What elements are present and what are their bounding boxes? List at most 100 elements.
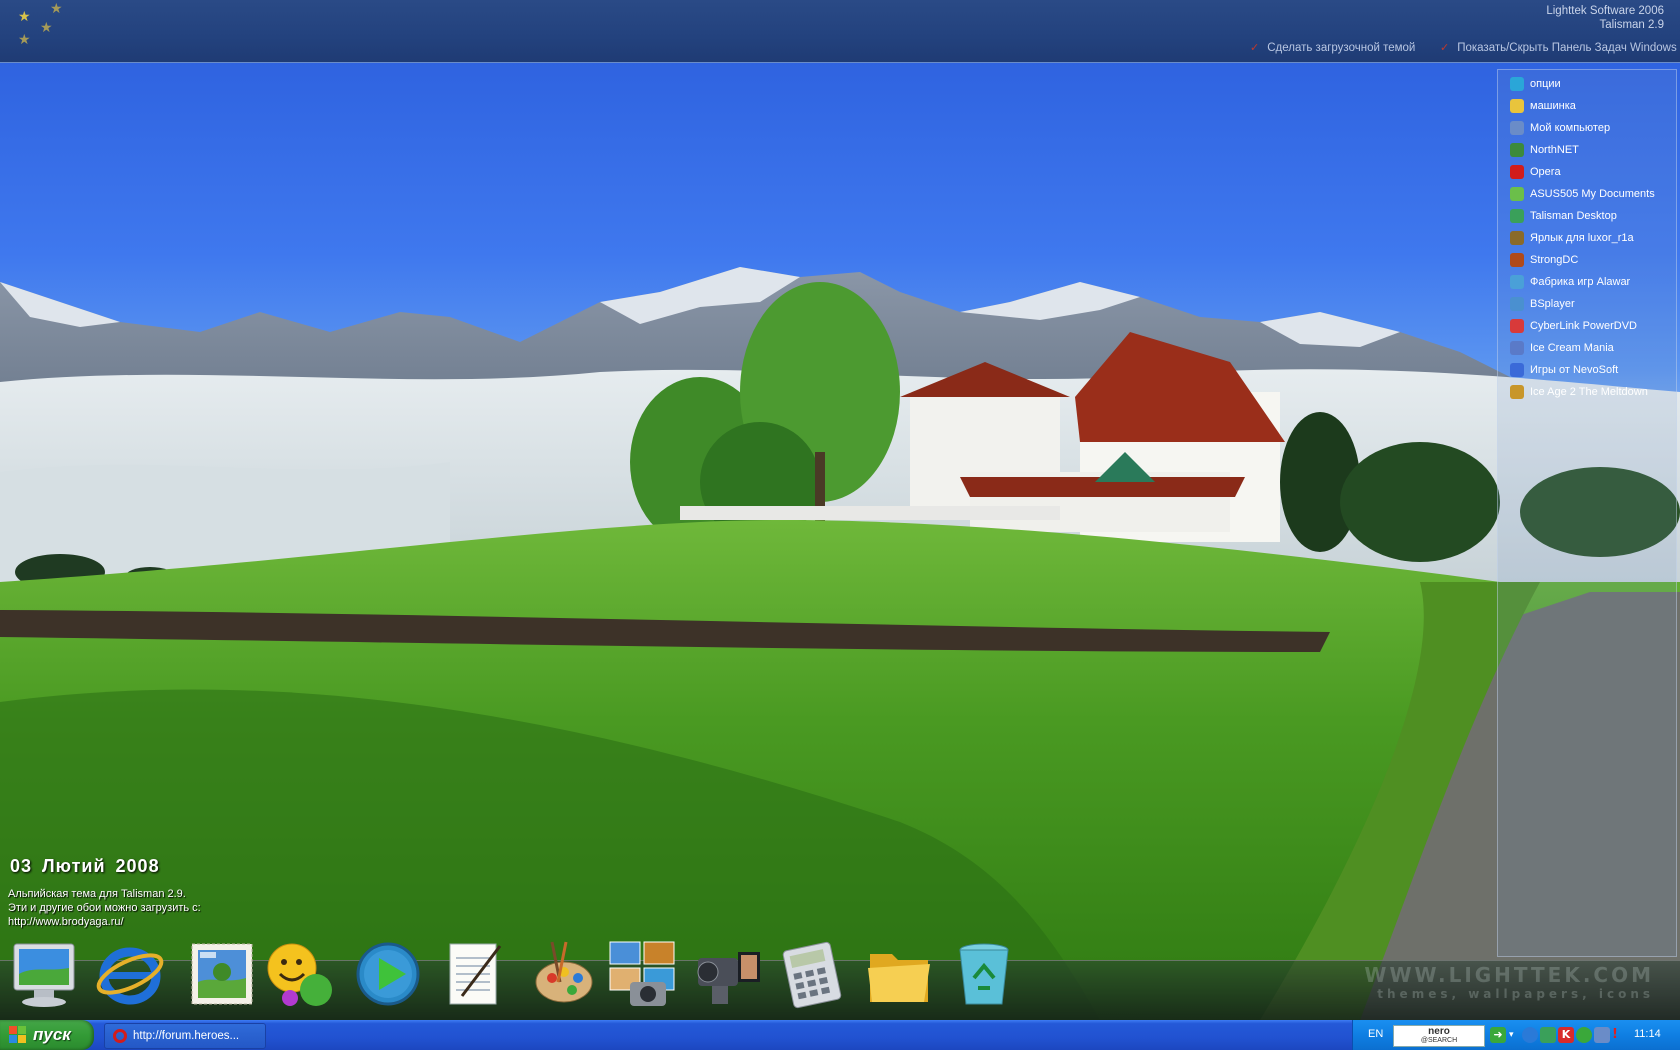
taskbar-item-label: http://forum.heroes... — [133, 1030, 240, 1042]
shortcut-label: ASUS505 My Documents — [1530, 188, 1655, 200]
smiley-messenger-icon[interactable] — [264, 938, 336, 1010]
theme-info-line1: Альпийская тема для Talisman 2.9. — [8, 888, 186, 900]
theme-info: Альпийская тема для Talisman 2.9. Эти и … — [8, 887, 201, 929]
shortcut-item[interactable]: Talisman Desktop — [1498, 205, 1676, 227]
toggle-taskbar-label: Показать/Скрыть Панель Задач Windows — [1457, 42, 1677, 54]
utorrent-icon[interactable] — [1576, 1027, 1592, 1043]
star-icon: ★ — [40, 20, 53, 36]
alert-icon[interactable]: ! — [1612, 1027, 1622, 1043]
star-icon: ★ — [50, 1, 63, 17]
shortcut-item[interactable]: машинка — [1498, 95, 1676, 117]
nevosoft-icon — [1510, 363, 1524, 377]
shortcut-item[interactable]: Мой компьютер — [1498, 117, 1676, 139]
stars-logo: ★ ★ ★ ★ — [14, 2, 74, 50]
taskbar-item-opera[interactable]: http://forum.heroes... — [104, 1023, 266, 1049]
shortcut-label: Ice Cream Mania — [1530, 342, 1614, 354]
windows-taskbar: пуск http://forum.heroes... EN nero @SEA… — [0, 1020, 1680, 1050]
shortcut-item[interactable]: Игры от NevoSoft — [1498, 359, 1676, 381]
shortcut-label: Фабрика игр Alawar — [1530, 276, 1631, 288]
shortcut-label: StrongDC — [1530, 254, 1579, 266]
shortcut-label: NorthNET — [1530, 144, 1579, 156]
shortcut-item[interactable]: опции — [1498, 73, 1676, 95]
watermark-line1: WWW.LIGHTTEK.COM — [1364, 963, 1654, 987]
photo-camera-icon[interactable] — [606, 938, 678, 1010]
clock[interactable]: 11:14 — [1634, 1028, 1661, 1040]
brand-line1: Lighttek Software 2006 — [1546, 5, 1664, 17]
date-month: Лютий — [42, 856, 106, 876]
shortcut-label: опции — [1530, 78, 1561, 90]
shortcut-item[interactable]: Ярлык для luxor_r1a — [1498, 227, 1676, 249]
monitor-tray-icon[interactable] — [1594, 1027, 1610, 1043]
shortcut-list: опции машинка Мой компьютер NorthNET Opera AS… — [1498, 70, 1676, 403]
windows-flag-icon — [9, 1026, 27, 1044]
shortcut-label: CyberLink PowerDVD — [1530, 320, 1637, 332]
theme-info-link[interactable]: http://www.brodyaga.ru/ — [8, 915, 201, 929]
desktop-wallpaper — [0, 62, 1680, 1020]
network-tray-icon[interactable] — [1522, 1027, 1538, 1043]
start-label: пуск — [33, 1025, 71, 1044]
paint-palette-icon[interactable] — [526, 938, 598, 1010]
shortcut-item[interactable]: StrongDC — [1498, 249, 1676, 271]
calculator-icon[interactable] — [778, 938, 850, 1010]
shortcut-label: Opera — [1530, 166, 1561, 178]
shortcut-item[interactable]: ASUS505 My Documents — [1498, 183, 1676, 205]
shortcut-label: Ярлык для luxor_r1a — [1530, 232, 1634, 244]
strongdc-icon — [1510, 253, 1524, 267]
postage-stamp-icon[interactable] — [186, 938, 258, 1010]
make-boot-theme-link[interactable]: ✓ Сделать загрузочной темой — [1250, 41, 1415, 54]
shortcut-label: Talisman Desktop — [1530, 210, 1617, 222]
toggle-taskbar-link[interactable]: ✓ Показать/Скрыть Панель Задач Windows — [1440, 41, 1677, 54]
play-arrow-icon — [1510, 77, 1524, 91]
talisman-top-bar: ★ ★ ★ ★ Lighttek Software 2006 Talisman … — [0, 0, 1680, 63]
shortcut-label: Игры от NevoSoft — [1530, 364, 1619, 376]
chevron-down-icon[interactable]: ▾ — [1509, 1027, 1517, 1043]
shortcut-item[interactable]: NorthNET — [1498, 139, 1676, 161]
date-year: 2008 — [115, 856, 160, 876]
start-button[interactable]: пуск — [0, 1020, 94, 1050]
brand-info: Lighttek Software 2006 Talisman 2.9 — [1546, 4, 1664, 32]
media-play-icon[interactable] — [352, 938, 424, 1010]
network-icon — [1510, 143, 1524, 157]
shortcut-item[interactable]: CyberLink PowerDVD — [1498, 315, 1676, 337]
star-icon: ★ — [18, 9, 31, 25]
iceage-icon — [1510, 385, 1524, 399]
shortcut-label: BSplayer — [1530, 298, 1575, 310]
make-boot-theme-label: Сделать загрузочной темой — [1267, 42, 1416, 54]
powerdvd-icon — [1510, 319, 1524, 333]
notepad-icon[interactable] — [438, 938, 510, 1010]
brand-line2: Talisman 2.9 — [1599, 19, 1664, 31]
language-indicator[interactable]: EN — [1368, 1028, 1383, 1040]
bsplayer-icon — [1510, 297, 1524, 311]
date-display: 03 Лютий 2008 — [10, 856, 170, 877]
nero-logo-text: nero — [1428, 1026, 1450, 1037]
shortcut-label: Мой компьютер — [1530, 122, 1611, 134]
documents-icon — [1510, 187, 1524, 201]
folder-icon — [1510, 99, 1524, 113]
nero-search-text: @SEARCH — [1420, 1037, 1458, 1044]
shortcut-label: Ice Age 2 The Meltdown — [1530, 386, 1648, 398]
opera-icon — [1510, 165, 1524, 179]
internet-explorer-icon[interactable] — [94, 938, 166, 1010]
wallpaper-landscape — [0, 267, 1680, 1020]
recycle-bin-icon[interactable] — [948, 938, 1020, 1010]
icecream-icon — [1510, 341, 1524, 355]
game-icon — [1510, 231, 1524, 245]
talisman-tray-icon[interactable] — [1540, 1027, 1556, 1043]
shortcut-item[interactable]: Ice Cream Mania — [1498, 337, 1676, 359]
theme-info-line2: Эти и другие обои можно загрузить с: — [8, 902, 201, 914]
nero-search-box[interactable]: nero @SEARCH — [1393, 1025, 1485, 1047]
star-icon: ★ — [18, 32, 31, 48]
date-day: 03 — [10, 856, 33, 876]
shortcut-item[interactable]: Фабрика игр Alawar — [1498, 271, 1676, 293]
monitor-icon[interactable] — [8, 938, 80, 1010]
video-camera-icon[interactable] — [692, 938, 764, 1010]
opera-icon — [113, 1029, 127, 1043]
shortcut-item[interactable]: Opera — [1498, 161, 1676, 183]
shortcut-item[interactable]: Ice Age 2 The Meltdown — [1498, 381, 1676, 403]
shortcut-panel: опции машинка Мой компьютер NorthNET Opera AS… — [1497, 69, 1677, 957]
pen-icon: ✓ — [1250, 42, 1260, 54]
green-arrow-icon[interactable]: ➜ — [1490, 1027, 1506, 1043]
folder-icon[interactable] — [864, 938, 936, 1010]
kaspersky-icon[interactable]: K — [1558, 1027, 1574, 1043]
shortcut-item[interactable]: BSplayer — [1498, 293, 1676, 315]
